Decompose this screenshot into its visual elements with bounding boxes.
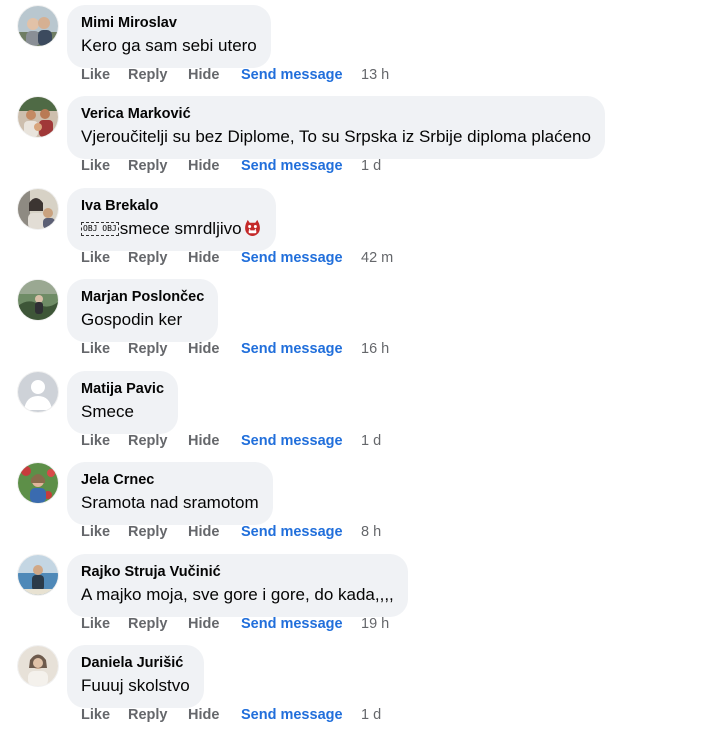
default-avatar-icon (18, 372, 58, 412)
reply-button[interactable]: Reply (128, 249, 168, 267)
send-message-button[interactable]: Send message (241, 432, 343, 450)
comment-author[interactable]: Jela Crnec (81, 471, 259, 489)
comment-bubble: Marjan Poslončec Gospodin ker (67, 279, 219, 342)
hide-button[interactable]: Hide (188, 340, 219, 358)
like-button[interactable]: Like (81, 615, 110, 633)
hide-button[interactable]: Hide (188, 157, 219, 175)
reply-button[interactable]: Reply (128, 66, 168, 84)
send-message-button[interactable]: Send message (241, 706, 343, 724)
avatar-photo (18, 189, 58, 229)
comment-list: Mimi Miroslav Kero ga sam sebi utero Lik… (0, 0, 722, 731)
hide-button[interactable]: Hide (188, 66, 219, 84)
comment-timestamp[interactable]: 42 m (361, 249, 393, 267)
send-message-button[interactable]: Send message (241, 615, 343, 633)
comment: Verica Marković Vjeroučitelji su bez Dip… (0, 91, 722, 182)
comment-text: Kero ga sam sebi utero (81, 36, 257, 55)
send-message-button[interactable]: Send message (241, 523, 343, 541)
comment-bubble: Verica Marković Vjeroučitelji su bez Dip… (67, 96, 605, 159)
comment-bubble: Jela Crnec Sramota nad sramotom (67, 462, 273, 525)
like-button[interactable]: Like (81, 157, 110, 175)
avatar[interactable] (18, 555, 58, 595)
avatar-photo (18, 6, 58, 46)
avatar[interactable] (18, 189, 58, 229)
comment: Iva Brekalo OBJ OBJ smece smrdljivo Like … (0, 183, 722, 274)
avatar-photo (18, 555, 58, 595)
avatar[interactable] (18, 463, 58, 503)
avatar-photo (18, 97, 58, 137)
comment-bubble: Matija Pavic Smece (67, 371, 179, 434)
comment-text: Vjeroučitelji su bez Diplome, To su Srps… (81, 127, 591, 146)
avatar[interactable] (18, 372, 58, 412)
comment-timestamp[interactable]: 1 d (361, 157, 381, 175)
comment-text: Fuuuj skolstvo (81, 676, 190, 695)
hide-button[interactable]: Hide (188, 249, 219, 267)
reply-button[interactable]: Reply (128, 157, 168, 175)
like-button[interactable]: Like (81, 432, 110, 450)
avatar[interactable] (18, 6, 58, 46)
comment-text: A majko moja, sve gore i gore, do kada,,… (81, 585, 394, 604)
comment-bubble: Mimi Miroslav Kero ga sam sebi utero (67, 5, 271, 68)
like-button[interactable]: Like (81, 66, 110, 84)
comment-bubble: Daniela Jurišić Fuuuj skolstvo (67, 645, 204, 708)
avatar-photo (18, 646, 58, 686)
hide-button[interactable]: Hide (188, 432, 219, 450)
comment-author[interactable]: Iva Brekalo (81, 197, 262, 215)
like-button[interactable]: Like (81, 523, 110, 541)
avatar[interactable] (18, 97, 58, 137)
comment-timestamp[interactable]: 19 h (361, 615, 389, 633)
comment-text: OBJ OBJ smece smrdljivo (81, 217, 262, 241)
comment-timestamp[interactable]: 16 h (361, 340, 389, 358)
reply-button[interactable]: Reply (128, 432, 168, 450)
comment-text: Gospodin ker (81, 310, 183, 329)
comment-bubble: Iva Brekalo OBJ OBJ smece smrdljivo (67, 188, 276, 251)
missing-glyph: OBJ OBJ (81, 222, 119, 236)
comment-author[interactable]: Verica Marković (81, 105, 591, 123)
comment: Jela Crnec Sramota nad sramotom Like Rep… (0, 457, 722, 548)
reply-button[interactable]: Reply (128, 523, 168, 541)
comment-bubble: Rajko Struja Vučinić A majko moja, sve g… (67, 554, 408, 617)
like-button[interactable]: Like (81, 249, 110, 267)
hide-button[interactable]: Hide (188, 523, 219, 541)
hide-button[interactable]: Hide (188, 706, 219, 724)
avatar[interactable] (18, 280, 58, 320)
comment: Matija Pavic Smece Like Reply Hide Send … (0, 366, 722, 457)
comment-timestamp[interactable]: 13 h (361, 66, 389, 84)
comment: Mimi Miroslav Kero ga sam sebi utero Lik… (0, 0, 722, 91)
reply-button[interactable]: Reply (128, 615, 168, 633)
reply-button[interactable]: Reply (128, 706, 168, 724)
comment-author[interactable]: Daniela Jurišić (81, 654, 190, 672)
reply-button[interactable]: Reply (128, 340, 168, 358)
comment-timestamp[interactable]: 8 h (361, 523, 381, 541)
comment-author[interactable]: Mimi Miroslav (81, 14, 257, 32)
send-message-button[interactable]: Send message (241, 340, 343, 358)
comment-timestamp[interactable]: 1 d (361, 432, 381, 450)
send-message-button[interactable]: Send message (241, 157, 343, 175)
send-message-button[interactable]: Send message (241, 249, 343, 267)
comment-text: Sramota nad sramotom (81, 493, 259, 512)
comment: Marjan Poslončec Gospodin ker Like Reply… (0, 274, 722, 365)
send-message-button[interactable]: Send message (241, 66, 343, 84)
avatar-photo (18, 280, 58, 320)
hide-button[interactable]: Hide (188, 615, 219, 633)
comment-timestamp[interactable]: 1 d (361, 706, 381, 724)
comment: Rajko Struja Vučinić A majko moja, sve g… (0, 549, 722, 640)
comment-text-body: smece smrdljivo (119, 219, 242, 238)
like-button[interactable]: Like (81, 706, 110, 724)
like-button[interactable]: Like (81, 340, 110, 358)
comment-author[interactable]: Rajko Struja Vučinić (81, 563, 394, 581)
comment-author[interactable]: Marjan Poslončec (81, 288, 204, 306)
avatar[interactable] (18, 646, 58, 686)
comment-author[interactable]: Matija Pavic (81, 380, 164, 398)
avatar-photo (18, 463, 58, 503)
comment-text: Smece (81, 402, 134, 421)
comment: Daniela Jurišić Fuuuj skolstvo Like Repl… (0, 640, 722, 731)
ogre-mask-icon (243, 218, 262, 237)
